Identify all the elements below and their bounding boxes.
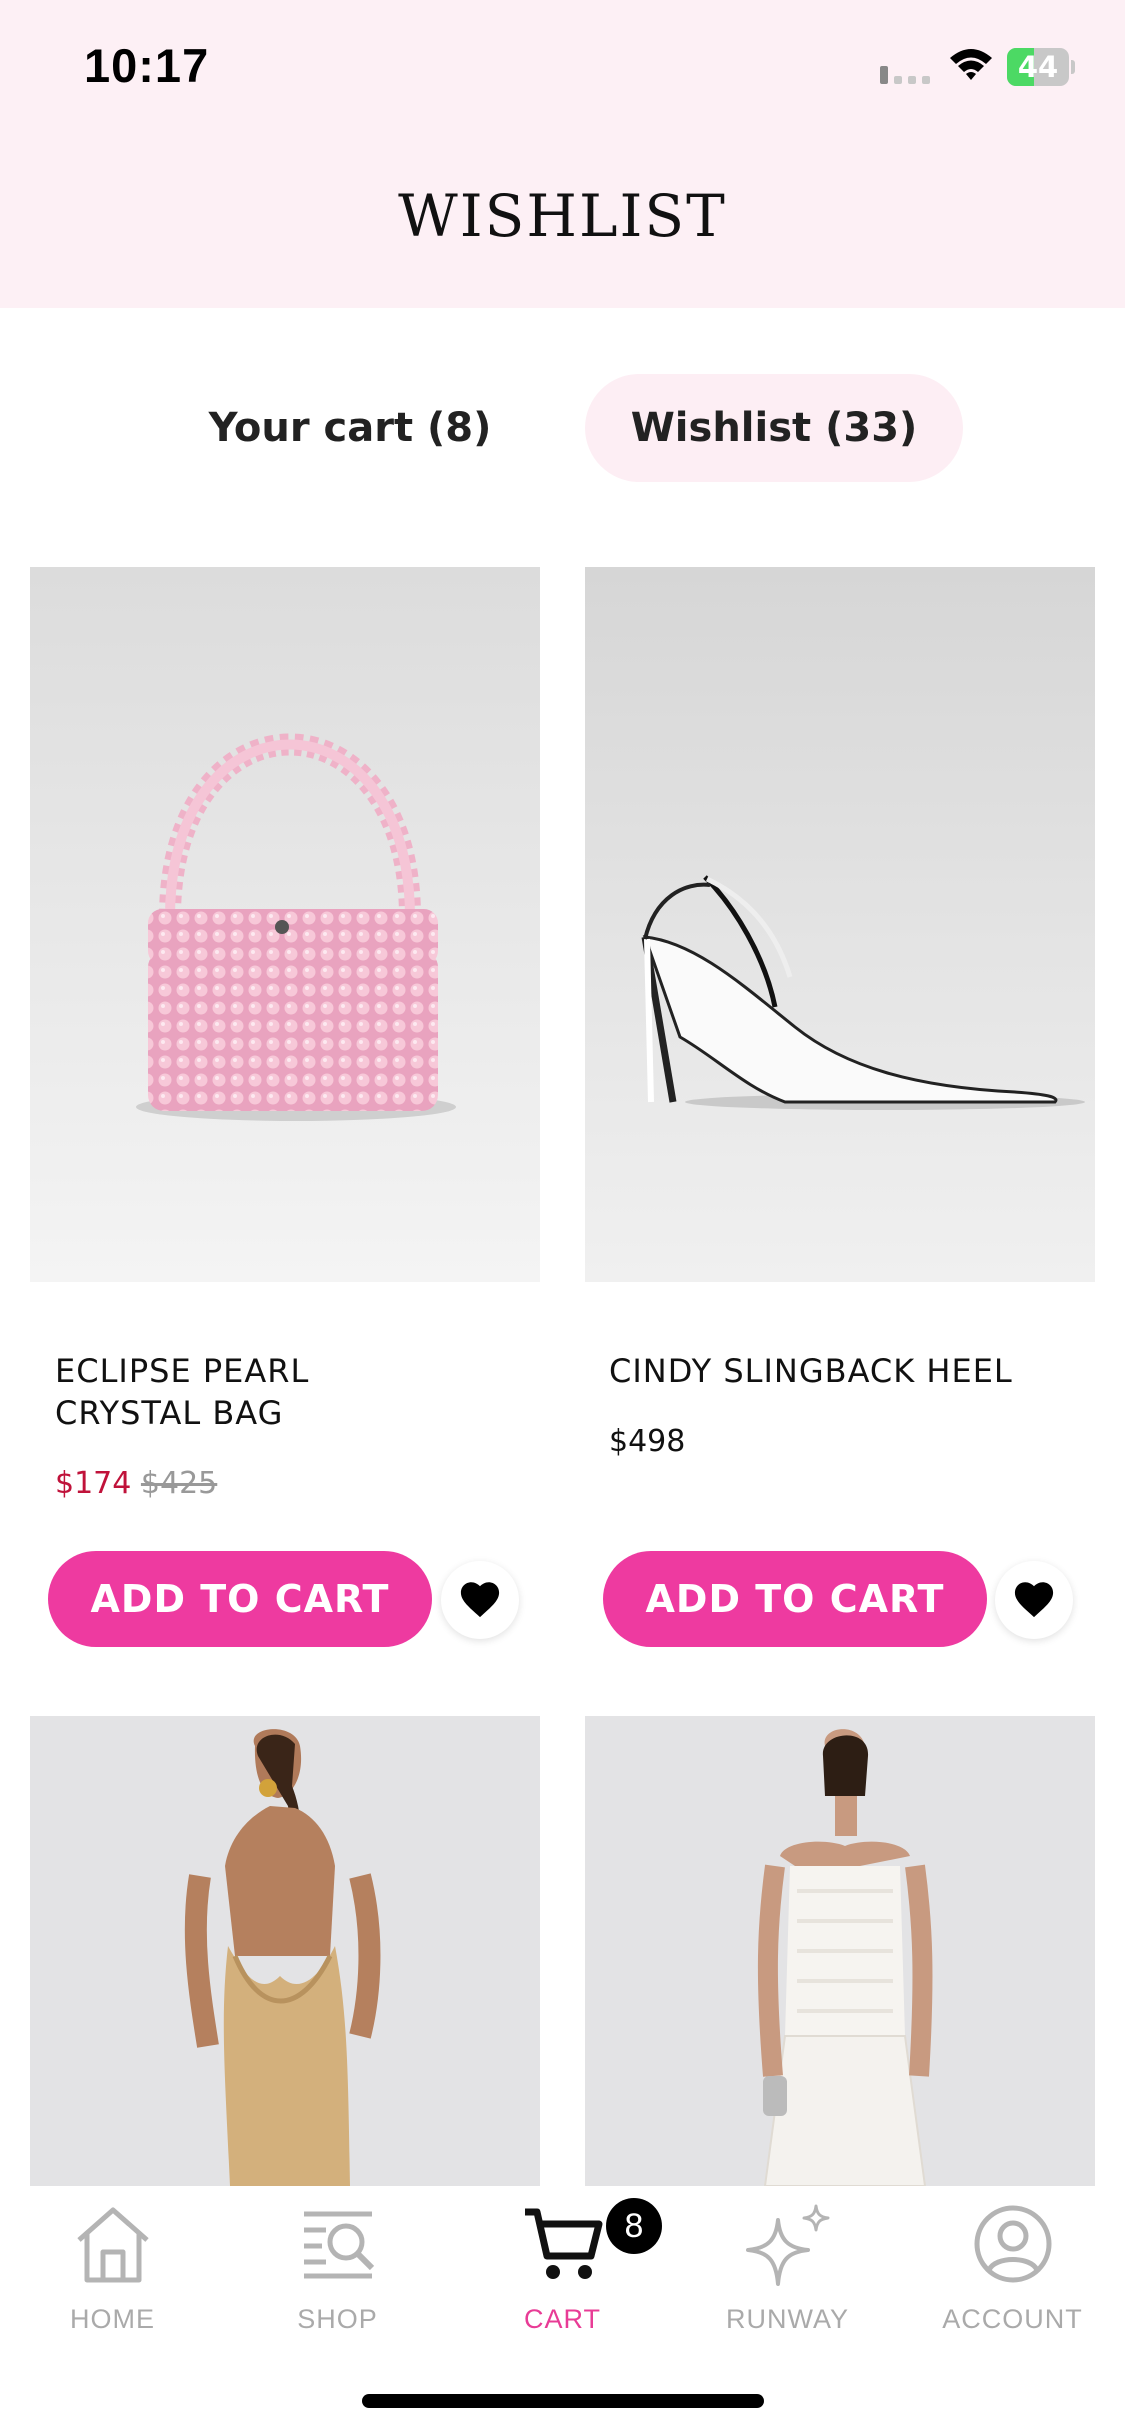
product-image-cindy-slingback-heel[interactable] [585,567,1095,1282]
account-icon [974,2205,1051,2283]
heart-icon [460,1582,500,1618]
pearl-bag-illustration [136,733,456,1121]
gold-dress-illustration [184,1729,381,2186]
product-price: $498 [609,1424,686,1459]
cart-icon [524,2208,602,2279]
nav-cart-label: CART [523,2304,601,2334]
battery-percent: 44 [1017,50,1059,84]
sale-price: $174 [55,1466,132,1501]
shop-search-icon [303,2211,374,2279]
white-dress-illustration [757,1729,933,2186]
nav-home-label: HOME [70,2304,155,2334]
wishlist-heart-button[interactable] [995,1561,1073,1639]
tab-your-cart[interactable]: Your cart (8) [190,374,510,482]
product-image-eclipse-pearl-bag[interactable] [30,567,540,1282]
original-price: $425 [140,1466,218,1501]
cellular-signal-icon [880,66,930,84]
nav-shop[interactable]: SHOP [225,2186,450,2336]
wishlist-heart-button[interactable] [441,1561,519,1639]
home-indicator[interactable] [362,2394,764,2408]
wifi-icon [950,49,992,80]
product-image-gold-dress[interactable] [30,1716,540,2186]
product-name[interactable]: CINDY SLINGBACK HEEL [609,1350,1013,1392]
page-header: WISHLIST [0,140,1125,308]
battery-icon: 44 [1007,48,1075,86]
nav-runway-label: RUNWAY [726,2304,849,2334]
nav-shop-label: SHOP [297,2304,378,2334]
status-bar: 10:17 44 [0,0,1125,140]
product-price: $174 $425 [55,1466,217,1501]
heart-icon [1014,1582,1054,1618]
add-to-cart-button[interactable]: ADD TO CART [48,1551,432,1647]
nav-runway[interactable]: RUNWAY [675,2186,900,2336]
nav-account-label: ACCOUNT [942,2304,1083,2334]
tab-wishlist[interactable]: Wishlist (33) [585,374,963,482]
sparkle-icon [745,2204,829,2286]
product-image-white-dress[interactable] [585,1716,1095,2186]
home-icon [76,2207,149,2283]
nav-home[interactable]: HOME [0,2186,225,2336]
slingback-heel-illustration [641,875,1085,1110]
add-to-cart-button[interactable]: ADD TO CART [603,1551,987,1647]
nav-account[interactable]: ACCOUNT [900,2186,1125,2336]
clock: 10:17 [84,39,210,92]
cart-count-badge: 8 [606,2198,662,2254]
page-title: WISHLIST [398,182,727,250]
product-name[interactable]: ECLIPSE PEARL CRYSTAL BAG [55,1350,309,1434]
